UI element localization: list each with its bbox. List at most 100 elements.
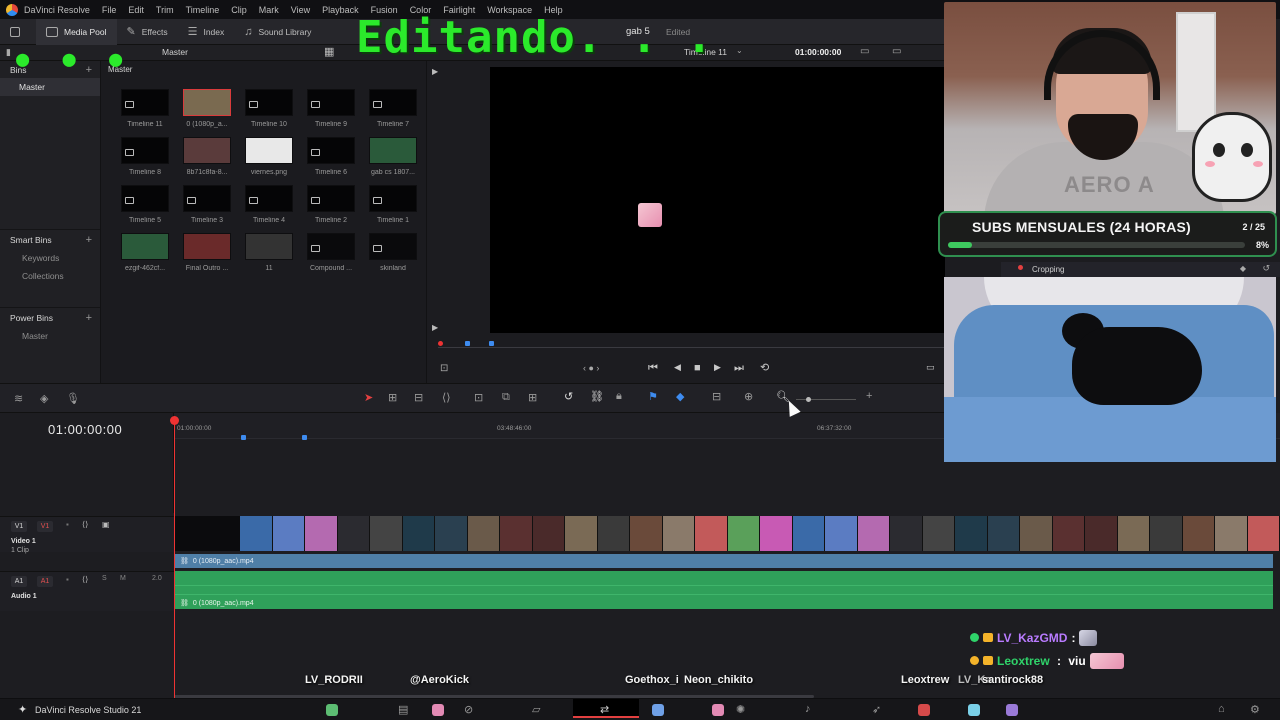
media-pool-clip[interactable]: Timeline 1 <box>362 185 424 224</box>
media-pool-clip[interactable]: 8b71c8fa-8... <box>176 137 238 176</box>
index-button[interactable]: ☰ Index <box>178 19 235 45</box>
media-pool-button[interactable]: Media Pool <box>36 18 117 45</box>
overwrite-clip-icon[interactable]: ⧉ <box>502 391 510 404</box>
add-power-bin-icon[interactable]: + <box>86 312 92 324</box>
trim-tool-icon[interactable]: ⊞ <box>388 391 397 404</box>
menu-file[interactable]: File <box>102 5 117 15</box>
home-icon[interactable]: ⌂ <box>1218 703 1225 715</box>
menu-clip[interactable]: Clip <box>231 5 247 15</box>
page-cut-icon[interactable]: ⊘ <box>464 703 473 716</box>
replace-clip-icon[interactable]: ⊞ <box>528 391 537 404</box>
reset-icon[interactable]: ↺ <box>1262 263 1270 274</box>
viewer-screen[interactable] <box>490 67 945 333</box>
dest-track-a1[interactable]: A1 <box>37 576 53 587</box>
track-output-icon[interactable]: ▣ <box>102 520 110 529</box>
media-pool-clip[interactable]: Timeline 7 <box>362 89 424 128</box>
zoom-in-icon[interactable]: + <box>866 390 872 402</box>
mute-button[interactable]: M <box>120 575 126 582</box>
media-pool-clip[interactable]: viernes.png <box>238 137 300 176</box>
lock-icon[interactable]: 🔒︎ <box>616 390 622 403</box>
media-pool-clip[interactable]: Timeline 2 <box>300 185 362 224</box>
media-pool-clip[interactable]: 0 (1080p_a... <box>176 89 238 128</box>
loop-icon[interactable]: ⟲ <box>760 361 769 374</box>
snapping-icon[interactable]: ↺ <box>564 390 573 403</box>
mic-icon[interactable]: 🎙︎ <box>66 392 80 405</box>
layout-icon[interactable]: ▭ <box>892 46 901 57</box>
menu-edit[interactable]: Edit <box>128 5 144 15</box>
media-pool-clip[interactable]: Timeline 9 <box>300 89 362 128</box>
media-pool-clip[interactable]: skinland <box>362 233 424 272</box>
media-pool-clip[interactable]: Timeline 10 <box>238 89 300 128</box>
playhead-handle-icon[interactable] <box>170 416 179 425</box>
grid-view-icon[interactable]: ▦ <box>324 45 334 58</box>
auto-select-icon[interactable]: ⟨⟩ <box>82 520 88 529</box>
media-pool-clip[interactable]: ezgif-462cf... <box>114 233 176 272</box>
marker-blue-icon[interactable] <box>489 341 494 346</box>
menu-timeline[interactable]: Timeline <box>186 5 220 15</box>
marker-icon[interactable]: ◆ <box>676 390 684 403</box>
pool-breadcrumb[interactable]: Master <box>162 47 188 57</box>
play-icon[interactable]: ▶ <box>714 362 721 373</box>
selection-tool-icon[interactable]: ➤ <box>364 391 373 404</box>
media-pool-clip[interactable]: Timeline 6 <box>300 137 362 176</box>
power-bin-master[interactable]: Master <box>0 327 100 345</box>
media-pool-clip[interactable]: Compound ... <box>300 233 362 272</box>
track-view-icon[interactable]: ≋ <box>14 392 23 405</box>
link-icon[interactable]: ⛓︎ <box>590 390 604 403</box>
timeline-timecode[interactable]: 01:00:00:00 <box>48 422 122 437</box>
page-fusion-icon[interactable]: ⇄ <box>600 703 609 716</box>
page-media-icon[interactable]: ▤ <box>398 703 408 716</box>
skip-start-icon[interactable]: ⏮ <box>648 362 658 375</box>
expand-panel-button[interactable] <box>0 19 36 45</box>
audio-track-name[interactable]: Audio 1 <box>11 593 37 600</box>
fullscreen-icon[interactable]: ▭ <box>926 362 935 373</box>
bin-master[interactable]: Master <box>0 78 100 96</box>
video-track-name[interactable]: Video 1 <box>11 538 36 545</box>
zoom-slider-handle[interactable] <box>806 397 811 402</box>
media-pool-clip[interactable]: 11 <box>238 233 300 272</box>
audio-icon[interactable]: ◈ <box>40 392 48 405</box>
flag-icon[interactable]: ⚑ <box>648 390 658 403</box>
auto-select-icon[interactable]: ⟨⟩ <box>82 575 88 584</box>
media-pool-clip[interactable]: Final Outro ... <box>176 233 238 272</box>
audio-clip[interactable]: ⛓︎ 0 (1080p_aac).mp4 <box>174 571 1273 609</box>
play-reverse-icon[interactable]: ◀ <box>674 362 681 373</box>
jog-control-icon[interactable]: ‹ ● › <box>583 363 599 373</box>
smart-bin-collections[interactable]: Collections <box>0 267 100 285</box>
marker-blue-icon[interactable] <box>465 341 470 346</box>
media-pool-clip[interactable]: Timeline 3 <box>176 185 238 224</box>
zoom-slider[interactable] <box>796 397 856 402</box>
timeline-marker-icon[interactable] <box>241 435 246 440</box>
page-fairlight-icon[interactable]: ♪ <box>805 703 811 715</box>
page-edit-icon[interactable]: ▱ <box>532 703 540 716</box>
scrub-playhead-icon[interactable] <box>438 341 443 346</box>
list-view-icon[interactable]: ▮ <box>6 47 11 58</box>
dynamic-trim-icon[interactable]: ⟨⟩ <box>442 391 451 404</box>
page-deliver-icon[interactable]: ➶ <box>872 703 881 716</box>
menu-view[interactable]: View <box>291 5 310 15</box>
source-patch-v1[interactable]: V1 <box>11 521 27 532</box>
timeline-marker-icon[interactable] <box>302 435 307 440</box>
insert-clip-icon[interactable]: ⊡ <box>474 391 483 404</box>
sound-library-button[interactable]: ♫ Sound Library <box>234 19 321 45</box>
crop-tool-icon[interactable]: ⊡ <box>440 363 448 374</box>
stop-icon[interactable]: ■ <box>694 362 701 374</box>
lock-track-icon[interactable]: ▪ <box>66 575 69 584</box>
video-clip[interactable]: ⛓︎ 0 (1080p_aac).mp4 <box>174 554 1273 568</box>
media-pool-clip[interactable]: Timeline 4 <box>238 185 300 224</box>
add-smart-bin-icon[interactable]: + <box>86 234 92 246</box>
blade-tool-icon[interactable]: ⊟ <box>414 391 423 404</box>
video-track-lane[interactable] <box>174 516 1280 551</box>
source-patch-a1[interactable]: A1 <box>11 576 27 587</box>
menu-mark[interactable]: Mark <box>259 5 279 15</box>
smart-bin-keywords[interactable]: Keywords <box>0 249 100 267</box>
viewer-side-arrow-bottom-icon[interactable]: ▶ <box>432 323 438 332</box>
media-pool-clip[interactable]: Timeline 11 <box>114 89 176 128</box>
viewer-scrubber[interactable] <box>438 341 945 355</box>
lock-track-icon[interactable]: ▪ <box>66 520 69 529</box>
zoom-full-icon[interactable]: ⊟ <box>712 390 721 403</box>
media-pool-clip[interactable]: gab cs 1807... <box>362 137 424 176</box>
page-color-icon[interactable]: ✺ <box>736 703 745 716</box>
solo-button[interactable]: S <box>102 575 107 582</box>
video-clip-thumbnails[interactable] <box>240 516 1280 551</box>
